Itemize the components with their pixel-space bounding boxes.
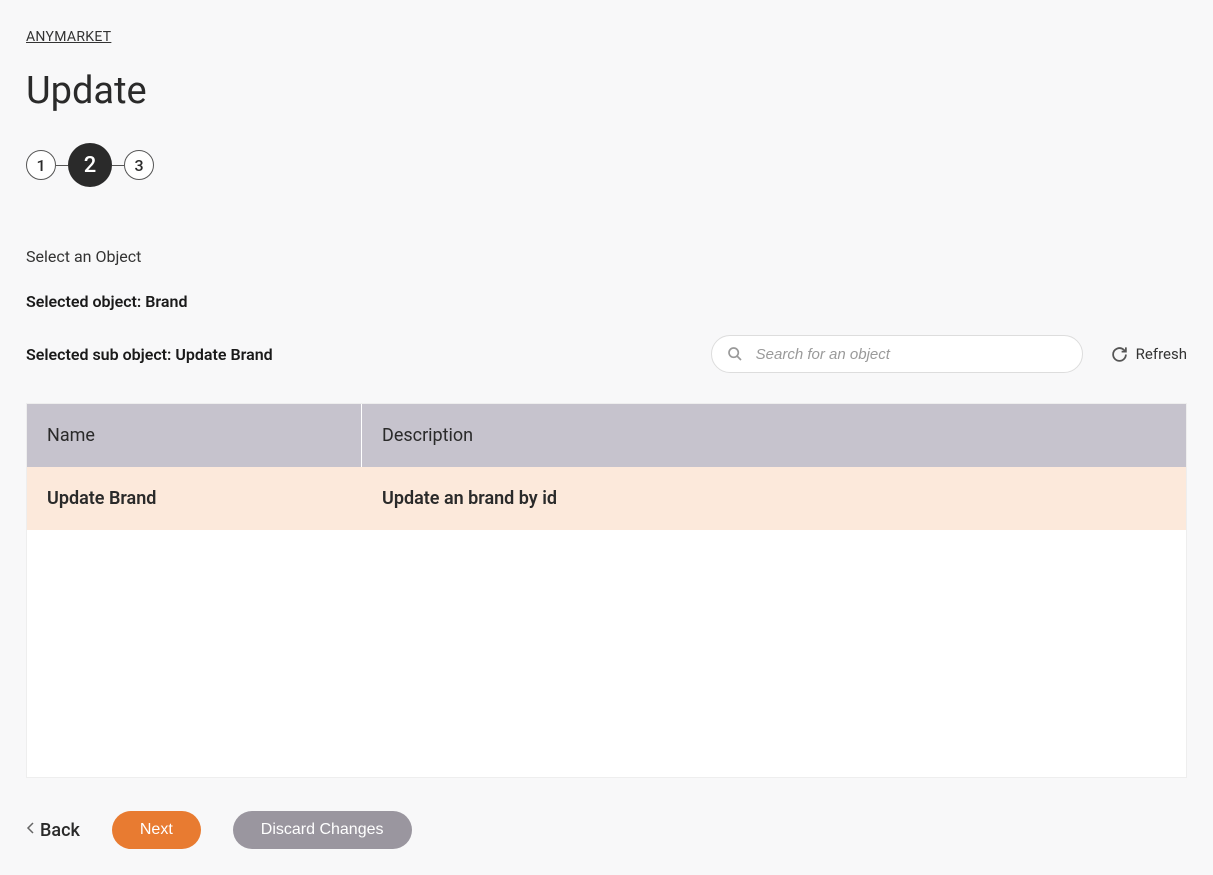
section-label: Select an Object: [26, 247, 1187, 266]
step-connector: [112, 165, 124, 166]
chevron-left-icon: [26, 821, 36, 839]
th-description: Description: [362, 425, 1186, 446]
page-title: Update: [26, 69, 1187, 113]
wizard-stepper: 1 2 3: [26, 143, 1187, 187]
footer-actions: Back Next Discard Changes: [26, 811, 412, 849]
next-button[interactable]: Next: [112, 811, 201, 849]
td-name: Update Brand: [27, 488, 362, 509]
back-label: Back: [40, 820, 80, 841]
breadcrumb[interactable]: ANYMARKET: [26, 29, 111, 45]
selected-sub-object-line: Selected sub object: Update Brand: [26, 345, 273, 364]
th-name: Name: [27, 404, 362, 467]
td-description: Update an brand by id: [362, 488, 1186, 509]
refresh-button[interactable]: Refresh: [1111, 345, 1187, 363]
back-button[interactable]: Back: [26, 820, 80, 841]
step-1[interactable]: 1: [26, 150, 56, 180]
refresh-label: Refresh: [1136, 345, 1187, 363]
refresh-icon: [1111, 346, 1128, 363]
search-icon: [727, 346, 743, 362]
object-table: Name Description Update Brand Update an …: [26, 403, 1187, 778]
step-3[interactable]: 3: [124, 150, 154, 180]
selected-sub-value: Update Brand: [175, 345, 272, 364]
step-connector: [56, 165, 68, 166]
discard-button[interactable]: Discard Changes: [233, 811, 412, 849]
selected-object-line: Selected object: Brand: [26, 292, 1187, 311]
table-row[interactable]: Update Brand Update an brand by id: [27, 467, 1186, 530]
selected-object-value: Brand: [145, 292, 187, 311]
step-2[interactable]: 2: [68, 143, 112, 187]
selected-object-prefix: Selected object:: [26, 292, 145, 311]
search-wrap: [711, 335, 1083, 373]
selected-sub-prefix: Selected sub object:: [26, 345, 175, 364]
search-input[interactable]: [711, 335, 1083, 373]
table-header: Name Description: [27, 404, 1186, 467]
